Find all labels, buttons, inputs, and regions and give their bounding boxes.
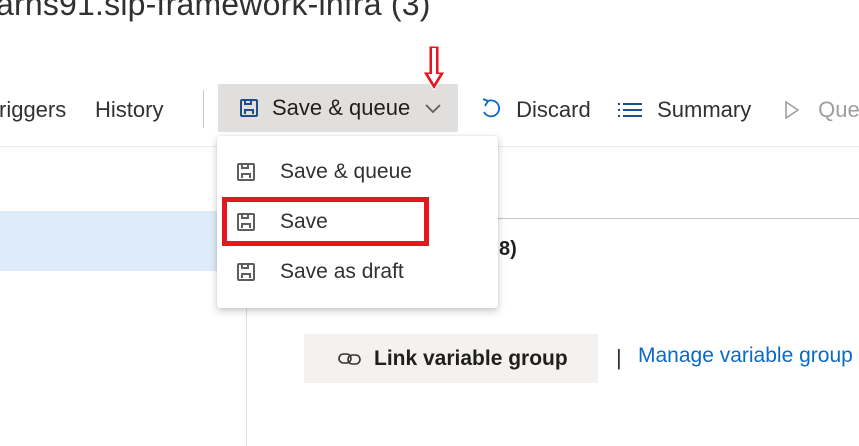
content-divider	[498, 218, 859, 219]
floppy-disk-icon	[237, 263, 255, 281]
summary-label: Summary	[657, 97, 752, 122]
save-and-queue-label: Save & queue	[272, 95, 411, 120]
floppy-disk-icon	[237, 163, 255, 181]
menu-item-label: Save as draft	[280, 260, 404, 283]
summary-button[interactable]: Summary	[617, 92, 751, 128]
chevron-down-icon[interactable]	[424, 95, 442, 121]
selected-nav-item[interactable]	[0, 211, 218, 271]
link-variable-group-button[interactable]: Link variable group	[304, 334, 598, 383]
red-arrow-annotation-icon	[423, 46, 445, 90]
list-icon	[617, 93, 643, 129]
tab-history[interactable]: History	[95, 92, 163, 128]
toolbar-divider	[203, 90, 204, 128]
menu-item-save-and-queue[interactable]: Save & queue	[217, 148, 498, 196]
queue-label: Queu	[818, 97, 859, 122]
separator: |	[616, 345, 622, 370]
menu-item-save-as-draft[interactable]: Save as draft	[217, 248, 498, 296]
queue-button[interactable]: Queu	[784, 92, 859, 128]
floppy-disk-icon	[240, 99, 258, 117]
tab-triggers[interactable]: riggers	[0, 92, 66, 128]
manage-variable-groups-link[interactable]: Manage variable group	[638, 344, 853, 368]
menu-item-label: Save & queue	[280, 160, 412, 183]
variable-group-count: 8)	[499, 238, 517, 260]
page-title: arns91.sip-framework-infra (3)	[0, 0, 431, 22]
link-icon	[338, 351, 362, 367]
save-and-queue-button[interactable]: Save & queue	[218, 84, 458, 132]
undo-icon	[480, 93, 502, 129]
discard-button[interactable]: Discard	[480, 92, 591, 128]
link-variable-group-label: Link variable group	[374, 346, 568, 370]
discard-label: Discard	[516, 97, 591, 122]
save-highlight-annotation	[222, 197, 429, 246]
play-icon	[784, 93, 800, 129]
